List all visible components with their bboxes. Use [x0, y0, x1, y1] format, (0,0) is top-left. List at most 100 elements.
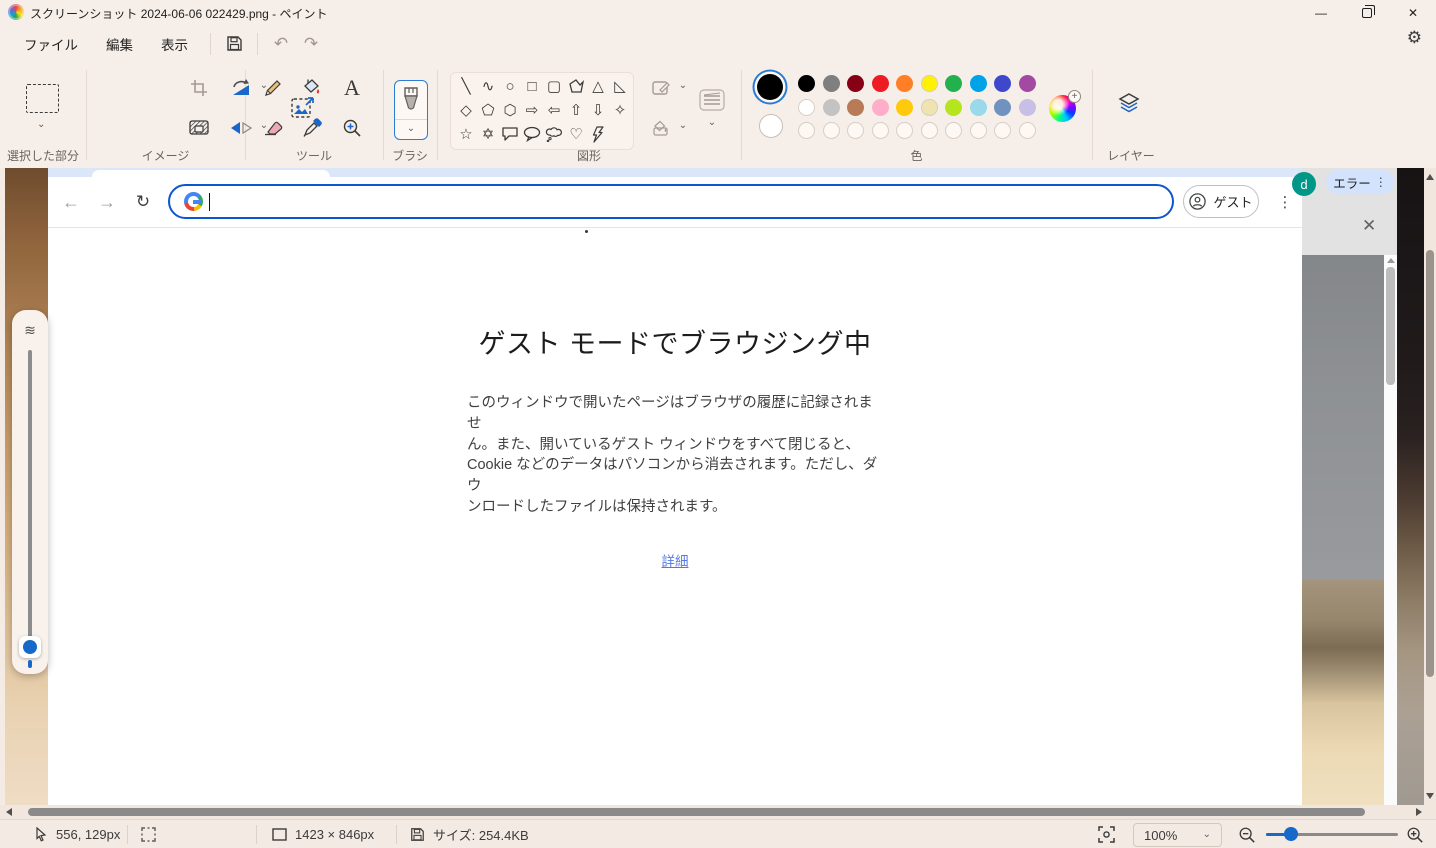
shape-speech-oval-icon[interactable]	[522, 124, 542, 144]
shape-arrow-left-icon[interactable]: ⇦	[544, 100, 564, 120]
save-button[interactable]	[219, 30, 249, 58]
add-color-plus-icon[interactable]: +	[1068, 90, 1081, 103]
palette-color-swatch[interactable]	[798, 99, 815, 116]
minimize-button[interactable]: —	[1298, 0, 1344, 25]
shape-pentagon-icon[interactable]: ⬠	[478, 100, 498, 120]
shape-arrow-down-icon[interactable]: ⇩	[588, 100, 608, 120]
palette-color-swatch[interactable]	[945, 75, 962, 92]
shape-hexagon-icon[interactable]: ⬡	[500, 100, 520, 120]
stroke-size-chevron-icon[interactable]: ⌄	[706, 117, 718, 129]
palette-empty-slot[interactable]	[823, 122, 840, 139]
shape-lightning-icon[interactable]	[588, 124, 608, 144]
palette-color-swatch[interactable]	[994, 75, 1011, 92]
selection-dropdown-chevron-icon[interactable]: ⌄	[37, 120, 45, 130]
palette-empty-slot[interactable]	[896, 122, 913, 139]
brush-dropdown-chevron-icon[interactable]: ⌄	[395, 124, 427, 134]
palette-empty-slot[interactable]	[945, 122, 962, 139]
settings-gear-icon[interactable]: ⚙	[1407, 28, 1422, 48]
horizontal-scrollbar[interactable]	[0, 805, 1436, 819]
shape-oval-icon[interactable]: ○	[500, 76, 520, 96]
palette-color-swatch[interactable]	[896, 75, 913, 92]
vertical-scrollbar[interactable]	[1424, 168, 1436, 805]
palette-color-swatch[interactable]	[921, 99, 938, 116]
menu-edit[interactable]: 編集	[92, 28, 147, 60]
palette-color-swatch[interactable]	[823, 75, 840, 92]
scroll-left-arrow-icon[interactable]	[6, 808, 12, 816]
restore-button[interactable]	[1344, 0, 1390, 25]
palette-color-swatch[interactable]	[847, 99, 864, 116]
palette-color-swatch[interactable]	[994, 99, 1011, 116]
shape-arrow-right-icon[interactable]: ⇨	[522, 100, 542, 120]
shape-right-triangle-icon[interactable]: ◺	[610, 76, 630, 96]
selection-tool-button[interactable]	[26, 84, 59, 113]
shape-triangle-icon[interactable]: △	[588, 76, 608, 96]
shape-line-icon[interactable]: ╲	[456, 76, 476, 96]
background-color-swatch[interactable]	[759, 114, 783, 138]
shape-heart-icon[interactable]: ♡	[566, 124, 586, 144]
palette-color-swatch[interactable]	[872, 99, 889, 116]
shape-four-point-star-icon[interactable]: ✧	[610, 100, 630, 120]
zoom-slider[interactable]	[1266, 833, 1398, 836]
zoom-out-button[interactable]	[1238, 820, 1256, 848]
shape-speech-rect-icon[interactable]	[500, 124, 520, 144]
shape-polygon-icon[interactable]	[566, 76, 586, 96]
shape-rectangle-icon[interactable]: □	[522, 76, 542, 96]
palette-empty-slot[interactable]	[994, 122, 1011, 139]
scroll-right-arrow-icon[interactable]	[1416, 808, 1422, 816]
palette-color-swatch[interactable]	[945, 99, 962, 116]
shape-speech-cloud-icon[interactable]	[544, 124, 564, 144]
zoom-level-dropdown[interactable]: 100% ⌄	[1133, 823, 1222, 847]
shape-arrow-up-icon[interactable]: ⇧	[566, 100, 586, 120]
crop-button[interactable]	[186, 75, 212, 101]
menu-view[interactable]: 表示	[147, 28, 202, 60]
paint-canvas[interactable]: ← → ↻ ゲスト ⋮	[0, 168, 1436, 805]
vertical-scroll-thumb[interactable]	[1426, 250, 1434, 677]
scroll-up-arrow-icon[interactable]	[1426, 174, 1434, 180]
stroke-size-button[interactable]	[699, 87, 725, 113]
fill-dropdown-chevron-icon[interactable]: ⌄	[677, 120, 689, 132]
fill-tool-button[interactable]	[299, 75, 325, 101]
brush-tool-button[interactable]: ⌄	[394, 80, 428, 140]
zoom-in-button[interactable]	[1406, 820, 1424, 848]
palette-color-swatch[interactable]	[970, 99, 987, 116]
zoom-slider-thumb[interactable]	[1284, 827, 1298, 841]
palette-color-swatch[interactable]	[798, 75, 815, 92]
menu-file[interactable]: ファイル	[10, 28, 92, 60]
palette-empty-slot[interactable]	[872, 122, 889, 139]
undo-button[interactable]: ↶	[266, 30, 296, 58]
text-tool-button[interactable]: A	[339, 75, 365, 101]
eraser-tool-button[interactable]	[260, 115, 286, 141]
palette-color-swatch[interactable]	[1019, 75, 1036, 92]
palette-color-swatch[interactable]	[970, 75, 987, 92]
layers-button[interactable]	[1116, 90, 1142, 116]
palette-color-swatch[interactable]	[921, 75, 938, 92]
shape-five-point-star-icon[interactable]: ☆	[456, 124, 476, 144]
shape-six-point-star-icon[interactable]: ✡	[478, 124, 498, 144]
palette-color-swatch[interactable]	[872, 75, 889, 92]
pencil-tool-button[interactable]	[260, 75, 286, 101]
selection-style-button[interactable]	[186, 115, 212, 141]
shape-diamond-icon[interactable]: ◇	[456, 100, 476, 120]
scroll-down-arrow-icon[interactable]	[1426, 793, 1434, 799]
shape-fill-button[interactable]	[649, 115, 675, 141]
palette-color-swatch[interactable]	[1019, 99, 1036, 116]
palette-empty-slot[interactable]	[847, 122, 864, 139]
horizontal-scroll-thumb[interactable]	[28, 808, 1365, 816]
zoom-fit-button[interactable]	[1098, 820, 1115, 848]
shape-outline-button[interactable]	[649, 75, 675, 101]
palette-color-swatch[interactable]	[896, 99, 913, 116]
palette-empty-slot[interactable]	[970, 122, 987, 139]
palette-color-swatch[interactable]	[823, 99, 840, 116]
shape-curve-icon[interactable]: ∿	[478, 76, 498, 96]
color-picker-tool-button[interactable]	[299, 115, 325, 141]
foreground-color-swatch[interactable]	[757, 74, 783, 100]
outline-dropdown-chevron-icon[interactable]: ⌄	[677, 80, 689, 92]
palette-empty-slot[interactable]	[798, 122, 815, 139]
palette-empty-slot[interactable]	[1019, 122, 1036, 139]
magnifier-tool-button[interactable]	[339, 115, 365, 141]
close-button[interactable]: ✕	[1390, 0, 1436, 25]
redo-button[interactable]: ↷	[296, 30, 326, 58]
shape-rounded-rectangle-icon[interactable]: ▢	[544, 76, 564, 96]
palette-empty-slot[interactable]	[921, 122, 938, 139]
palette-color-swatch[interactable]	[847, 75, 864, 92]
